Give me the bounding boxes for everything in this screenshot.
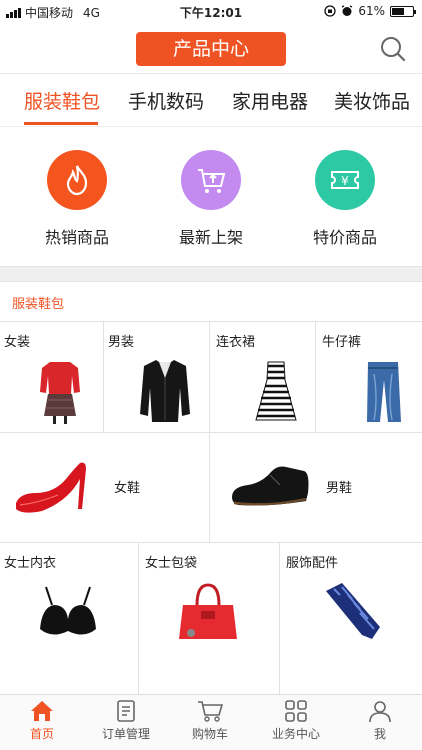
category-label: 女装 [4,335,31,350]
order-icon [117,700,135,722]
ticket-yen-icon: ¥ [315,150,375,210]
category-label: 男装 [108,335,135,350]
active-tab-indicator [24,122,98,125]
status-bar: 中国移动 4G 下午12:01 61% [0,0,422,22]
shortcut-label: 最新上架 [178,228,243,247]
jeans-image [367,362,401,422]
category-cell-lingerie[interactable]: 女士内衣 [0,543,138,694]
battery-icon [390,5,416,17]
user-icon [369,701,391,723]
category-cell-dress[interactable]: 连衣裙 [210,322,315,432]
section-divider [0,266,422,282]
category-cell-jeans[interactable]: 牛仔裤 [316,322,422,432]
category-label: 女士内衣 [4,556,57,571]
nav-label: 我 [373,727,386,741]
category-cell-handbags[interactable]: 女士包袋 [139,543,279,694]
shortcut-label: 特价商品 [312,228,377,247]
mens-shoe-image [232,466,309,506]
lingerie-image [40,586,96,635]
tie-image [326,583,380,639]
shortcut-new[interactable]: 最新上架 [156,150,266,248]
category-cell-mens-shoes[interactable]: 男鞋 [210,433,422,542]
bottom-nav: 首页 订单管理 购物车 业务中心 我 [0,694,422,750]
womens-outfit-image [40,362,80,424]
header: 产品中心 [0,22,422,74]
orientation-lock-icon [324,5,336,17]
mens-jacket-image [140,360,190,422]
high-heel-image [16,462,86,513]
cart-upload-icon [181,150,241,210]
category-label: 女士包袋 [145,556,198,571]
search-icon[interactable] [380,36,406,62]
nav-business[interactable]: 业务中心 [254,699,338,742]
category-cell-accessories[interactable]: 服饰配件 [280,543,422,694]
nav-label: 首页 [29,727,54,741]
shortcut-label: 热销商品 [44,228,109,247]
cart-icon [198,701,224,722]
nav-label: 业务中心 [271,727,320,741]
flame-icon [47,150,107,210]
section-title: 服装鞋包 [12,297,65,312]
dress-image [255,361,297,421]
tab-clothing[interactable]: 服装鞋包 [24,87,100,114]
battery-percent: 61% [358,4,385,18]
category-tabs: 服装鞋包 手机数码 家用电器 美妆饰品 [0,75,422,127]
tab-digital[interactable]: 手机数码 [128,87,204,114]
tab-beauty[interactable]: 美妆饰品 [334,87,410,114]
category-cell-women[interactable]: 女装 [0,322,103,432]
category-label: 牛仔裤 [322,335,362,350]
tab-appliances[interactable]: 家用电器 [232,87,308,114]
category-cell-men[interactable]: 男装 [104,322,209,432]
category-label: 男鞋 [326,481,353,496]
category-cell-womens-shoes[interactable]: 女鞋 [0,433,209,542]
shortcut-sale[interactable]: ¥ 特价商品 [290,150,400,248]
nav-label: 订单管理 [101,727,150,741]
nav-orders[interactable]: 订单管理 [84,699,168,742]
handbag-image [179,583,237,639]
shortcut-row: 热销商品 最新上架 ¥ 特价商品 [0,128,422,266]
home-icon [31,701,53,721]
svg-text:¥: ¥ [341,174,349,188]
page-title[interactable]: 产品中心 [136,32,286,66]
category-label: 女鞋 [114,481,141,496]
grid-icon [285,700,307,722]
nav-label: 购物车 [191,727,228,741]
nav-home[interactable]: 首页 [0,699,84,742]
alarm-icon [342,5,353,16]
shortcut-hot[interactable]: 热销商品 [22,150,132,248]
category-label: 连衣裙 [216,335,256,350]
nav-cart[interactable]: 购物车 [168,699,252,742]
category-label: 服饰配件 [286,556,339,571]
nav-me[interactable]: 我 [338,699,422,742]
